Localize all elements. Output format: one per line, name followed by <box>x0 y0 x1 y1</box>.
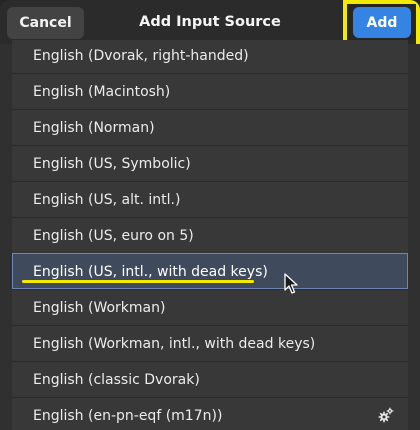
list-item-label: English (Workman) <box>33 299 166 316</box>
list-item[interactable]: English (classic Dvorak) <box>12 361 408 397</box>
list-item[interactable]: English (Dvorak, right-handed) <box>12 40 408 73</box>
list-item[interactable]: English (US, euro on 5) <box>12 217 408 253</box>
list-item-label: English (US, intl., with dead keys) <box>33 263 268 280</box>
list-item-label: English (classic Dvorak) <box>33 371 200 388</box>
list-item[interactable]: English (en-pn-eqf (m17n)) <box>12 397 408 430</box>
list-item-selected[interactable]: English (US, intl., with dead keys) <box>12 253 408 289</box>
list-item-label: English (US, Symbolic) <box>33 155 191 172</box>
mouse-cursor-icon <box>284 273 298 294</box>
add-button[interactable]: Add <box>353 7 411 38</box>
list-item[interactable]: English (Macintosh) <box>12 73 408 109</box>
cancel-button[interactable]: Cancel <box>7 7 84 39</box>
list-item-label: English (Norman) <box>33 119 155 136</box>
annotation-underline <box>22 280 254 283</box>
list-item-label: English (US, euro on 5) <box>33 227 194 244</box>
list-item[interactable]: English (Workman) <box>12 289 408 325</box>
add-input-source-dialog: Cancel Add Input Source Add English (Dvo… <box>0 0 420 430</box>
list-item[interactable]: English (US, alt. intl.) <box>12 181 408 217</box>
dialog-title: Add Input Source <box>139 14 281 30</box>
list-right-margin <box>408 44 420 430</box>
list-item-label: English (US, alt. intl.) <box>33 191 181 208</box>
list-item-label: English (Workman, intl., with dead keys) <box>33 335 316 352</box>
input-source-list[interactable]: English (Dvorak, right-handed) English (… <box>12 40 408 430</box>
list-item-label: English (en-pn-eqf (m17n)) <box>33 407 223 424</box>
list-item-label: English (Macintosh) <box>33 83 171 100</box>
list-item[interactable]: English (Norman) <box>12 109 408 145</box>
list-item[interactable]: English (Workman, intl., with dead keys) <box>12 325 408 361</box>
list-item[interactable]: English (US, Symbolic) <box>12 145 408 181</box>
gear-icon[interactable] <box>378 407 394 423</box>
list-left-margin <box>0 44 12 430</box>
list-item-label: English (Dvorak, right-handed) <box>33 47 249 64</box>
